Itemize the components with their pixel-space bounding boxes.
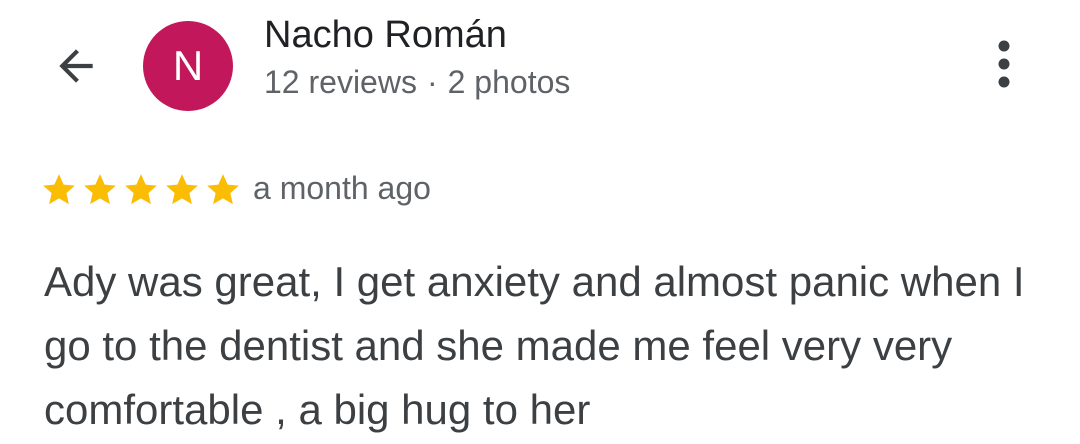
- more-options-button[interactable]: [982, 36, 1026, 92]
- star-icon: [81, 171, 119, 209]
- reviewer-name[interactable]: Nacho Román: [264, 14, 507, 57]
- back-button[interactable]: [48, 38, 104, 94]
- photos-count: 2 photos: [447, 64, 571, 100]
- star-icon: [204, 171, 242, 209]
- star-rating: [40, 171, 242, 209]
- arrow-back-icon: [59, 49, 93, 83]
- reviews-count: 12 reviews: [264, 64, 417, 100]
- review-page: N Nacho Román 12 reviews · 2 photos a mont…: [0, 0, 1080, 444]
- review-text: Ady was great, I get anxiety and almost …: [44, 258, 1025, 433]
- star-icon: [163, 171, 201, 209]
- meta-separator: ·: [426, 64, 438, 100]
- review-date: a month ago: [253, 170, 431, 206]
- avatar[interactable]: N: [143, 21, 233, 111]
- avatar-letter: N: [172, 42, 204, 89]
- star-icon: [40, 171, 78, 209]
- reviewer-meta: 12 reviews · 2 photos: [264, 64, 570, 101]
- more-vert-icon: [998, 40, 1010, 88]
- star-icon: [122, 171, 160, 209]
